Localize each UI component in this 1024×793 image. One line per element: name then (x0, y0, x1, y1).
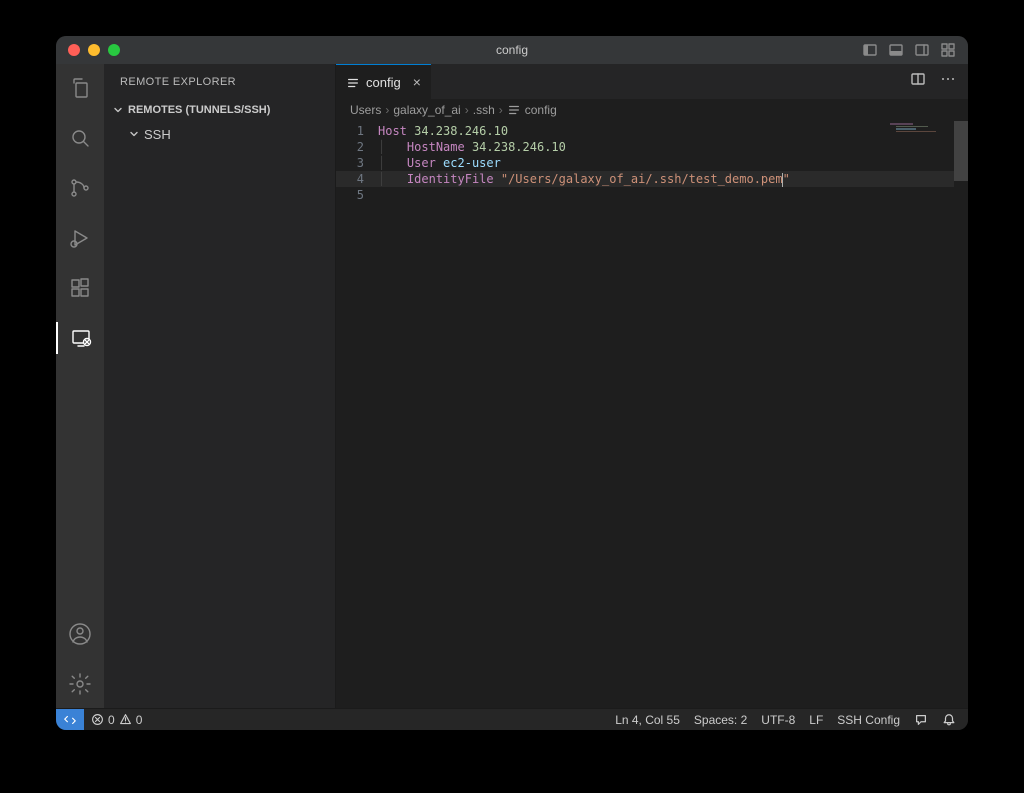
toggle-panel-icon[interactable] (888, 42, 904, 58)
remotes-section-label: REMOTES (TUNNELS/SSH) (128, 104, 270, 116)
status-bar: 0 0 Ln 4, Col 55 Spaces: 2 UTF-8 LF SSH … (56, 708, 968, 730)
chevron-down-icon (110, 104, 126, 116)
titlebar-layout-controls (862, 42, 956, 58)
tree-item-label: SSH (144, 127, 171, 142)
warning-count: 0 (136, 713, 143, 727)
customize-layout-icon[interactable] (940, 42, 956, 58)
problems-status[interactable]: 0 0 (84, 713, 149, 727)
toggle-primary-sidebar-icon[interactable] (862, 42, 878, 58)
window-controls (68, 44, 120, 56)
chevron-right-icon: › (465, 103, 469, 117)
breadcrumb-item[interactable]: galaxy_of_ai (393, 103, 460, 117)
extensions-icon[interactable] (56, 272, 104, 304)
scrollbar-track (954, 121, 968, 708)
eol-status[interactable]: LF (802, 713, 830, 727)
notifications-icon[interactable] (935, 713, 968, 727)
line-number: 5 (336, 187, 378, 203)
code-editor[interactable]: 1Host 34.238.246.102│ HostName 34.238.24… (336, 121, 968, 708)
run-debug-icon[interactable] (56, 222, 104, 254)
tab-label: config (366, 75, 401, 90)
language-mode[interactable]: SSH Config (830, 713, 907, 727)
breadcrumb-item[interactable]: Users (350, 103, 381, 117)
close-window-button[interactable] (68, 44, 80, 56)
zoom-window-button[interactable] (108, 44, 120, 56)
list-icon (346, 74, 360, 90)
more-actions-icon[interactable] (940, 71, 956, 92)
line-number: 4 (336, 171, 378, 187)
list-icon (507, 103, 521, 117)
chevron-right-icon: › (499, 103, 503, 117)
split-editor-icon[interactable] (910, 71, 926, 92)
minimap[interactable] (874, 121, 954, 708)
sidebar-title: REMOTE EXPLORER (104, 64, 335, 99)
indentation-status[interactable]: Spaces: 2 (687, 713, 754, 727)
line-number: 2 (336, 139, 378, 155)
settings-gear-icon[interactable] (56, 668, 104, 700)
remotes-section-header[interactable]: REMOTES (TUNNELS/SSH) (104, 99, 335, 121)
tab-config[interactable]: config × (336, 64, 431, 99)
scrollbar-thumb[interactable] (954, 121, 968, 181)
remote-explorer-icon[interactable] (56, 322, 104, 354)
window-title: config (56, 43, 968, 57)
explorer-icon[interactable] (56, 72, 104, 104)
error-count: 0 (108, 713, 115, 727)
titlebar: config (56, 36, 968, 64)
encoding-status[interactable]: UTF-8 (754, 713, 802, 727)
minimize-window-button[interactable] (88, 44, 100, 56)
editor-area: config × Users › galaxy_of_ai › .ssh › c… (336, 64, 968, 708)
remotes-tree: SSH (104, 121, 335, 145)
remote-explorer-sidebar: REMOTE EXPLORER REMOTES (TUNNELS/SSH) SS… (104, 64, 336, 708)
editor-actions (910, 64, 968, 99)
accounts-icon[interactable] (56, 618, 104, 650)
chevron-down-icon (126, 128, 142, 140)
chevron-right-icon: › (385, 103, 389, 117)
breadcrumb-item[interactable]: .ssh (473, 103, 495, 117)
tree-item-ssh[interactable]: SSH (104, 123, 335, 145)
search-icon[interactable] (56, 122, 104, 154)
line-number: 3 (336, 155, 378, 171)
source-control-icon[interactable] (56, 172, 104, 204)
feedback-icon[interactable] (907, 713, 935, 727)
breadcrumbs[interactable]: Users › galaxy_of_ai › .ssh › config (336, 99, 968, 121)
breadcrumb-item[interactable]: config (525, 103, 557, 117)
cursor-position[interactable]: Ln 4, Col 55 (608, 713, 687, 727)
line-number: 1 (336, 123, 378, 139)
toggle-secondary-sidebar-icon[interactable] (914, 42, 930, 58)
remote-indicator[interactable] (56, 709, 84, 730)
activity-bar (56, 64, 104, 708)
vscode-window: config REMOTE EXPLORER REMOTES (TUNN (56, 36, 968, 730)
editor-tab-bar: config × (336, 64, 968, 99)
close-tab-icon[interactable]: × (413, 74, 421, 90)
